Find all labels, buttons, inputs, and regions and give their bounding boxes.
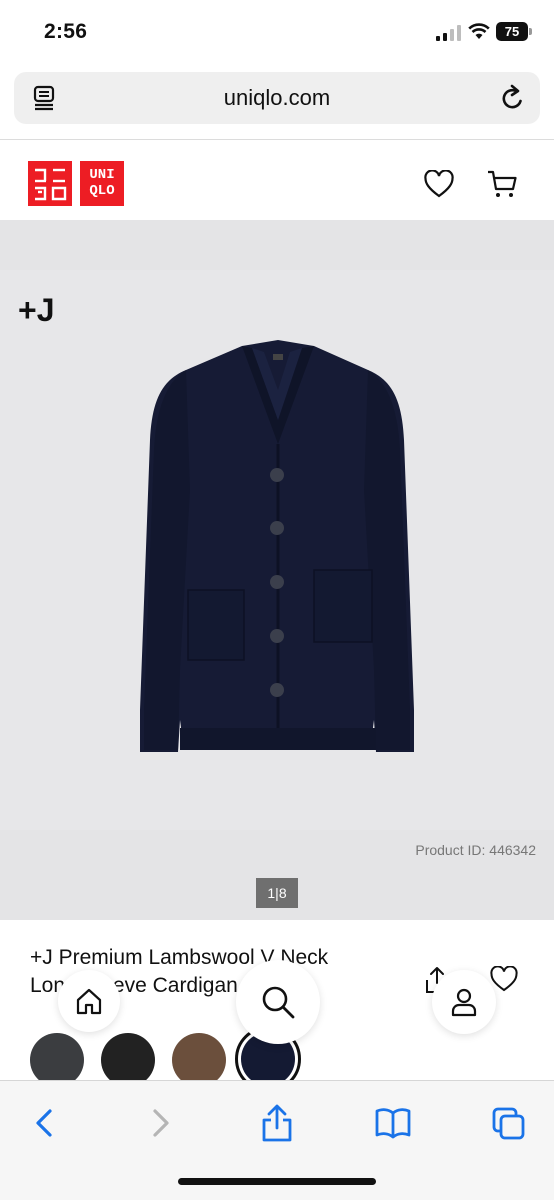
product-title-line1: +J Premium Lambswool V Neck	[30, 946, 329, 969]
url-text[interactable]: uniqlo.com	[14, 85, 540, 111]
battery-tip	[529, 28, 532, 35]
account-button[interactable]	[432, 970, 496, 1034]
status-bar: 2:56 75	[0, 0, 554, 64]
swatch-black[interactable]	[101, 1033, 155, 1087]
cellular-signal-icon	[436, 25, 461, 41]
battery-level: 75	[496, 22, 528, 41]
search-icon	[262, 986, 295, 1019]
heart-icon[interactable]	[424, 170, 454, 198]
status-time: 2:56	[44, 20, 88, 43]
battery-indicator: 75	[496, 22, 532, 41]
product-heart-icon[interactable]	[490, 966, 518, 992]
cart-icon[interactable]	[486, 168, 518, 200]
uniqlo-logo[interactable]: UNI QLO	[28, 161, 124, 206]
logo-latin-block: UNI QLO	[80, 161, 124, 206]
page: 2:56 75 uniqlo.com UNI QLO +J Product ID…	[0, 0, 554, 1200]
address-bar[interactable]: uniqlo.com	[14, 72, 540, 124]
swatch-dark-gray[interactable]	[30, 1033, 84, 1087]
home-indicator	[178, 1178, 376, 1185]
cardigan-product-image[interactable]	[130, 340, 424, 760]
share-toolbar-icon[interactable]	[258, 1103, 296, 1143]
tabs-icon[interactable]	[490, 1103, 528, 1143]
forward-icon[interactable]	[142, 1103, 180, 1143]
swatch-brown[interactable]	[172, 1033, 226, 1087]
plusj-badge: +J	[18, 292, 55, 328]
back-icon[interactable]	[24, 1103, 62, 1143]
product-image-area[interactable]: +J Product ID: 446342 1|8	[0, 220, 554, 920]
search-button[interactable]	[236, 960, 320, 1044]
product-id: Product ID: 446342	[415, 842, 536, 858]
home-button[interactable]	[58, 970, 120, 1032]
bookmarks-icon[interactable]	[374, 1103, 412, 1143]
wifi-icon	[468, 23, 490, 39]
logo-katakana-block	[28, 161, 72, 206]
image-pager: 1|8	[256, 878, 298, 908]
home-icon	[76, 988, 102, 1015]
address-divider	[0, 139, 554, 140]
reload-icon[interactable]	[500, 84, 526, 112]
account-icon	[451, 988, 477, 1017]
